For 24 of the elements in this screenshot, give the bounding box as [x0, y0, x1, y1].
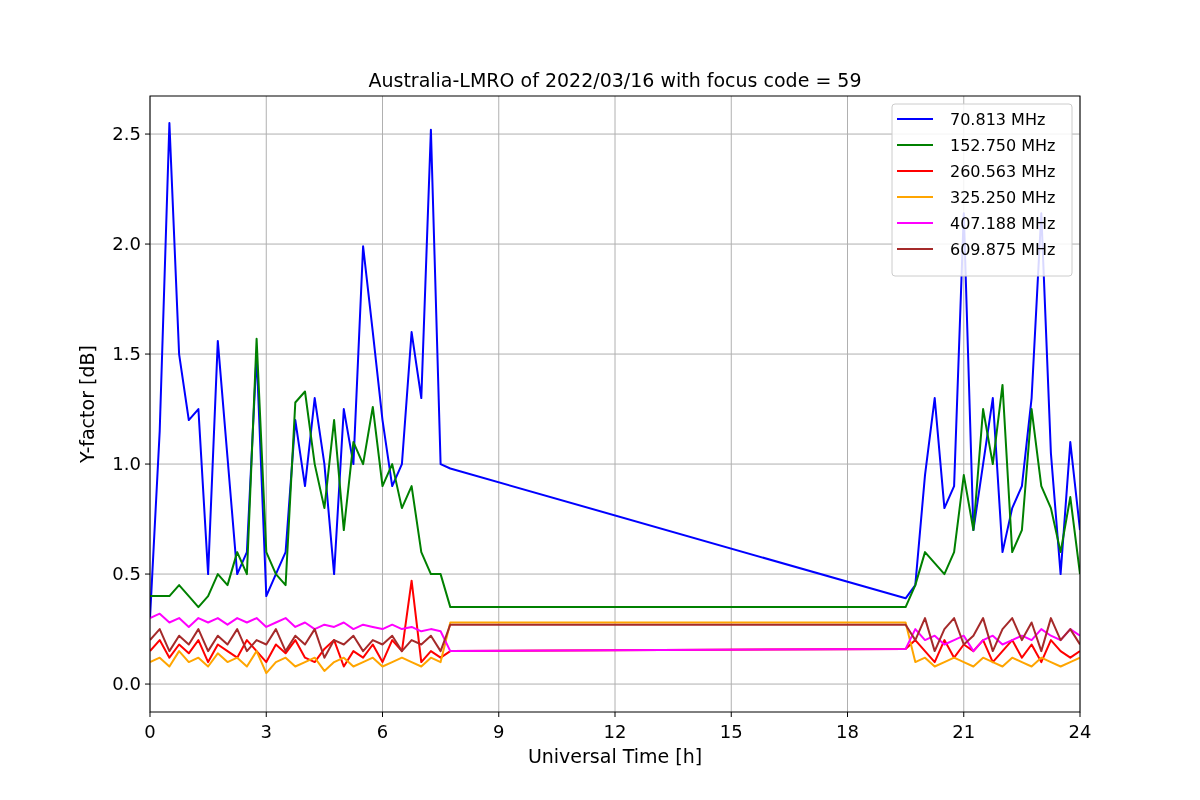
axis-title: Universal Time [h] [527, 745, 703, 767]
tick-label: 0.5 [112, 563, 141, 585]
legend-label: 407.188 MHz [950, 214, 1056, 233]
tick-label: 24 [1068, 721, 1092, 742]
tick-label: 1.0 [112, 453, 141, 475]
tick-label: 0 [144, 721, 156, 742]
tick-label: 2.0 [112, 233, 141, 255]
axis-title: Y-factor [dB] [76, 345, 98, 463]
chart-title: Australia-LMRO of 2022/03/16 with focus code = 59 [368, 69, 862, 91]
tick-label: 21 [952, 721, 976, 742]
tick-label: 18 [836, 721, 859, 742]
legend-label: 260.563 MHz [950, 162, 1056, 181]
legend-label: 70.813 MHz [950, 110, 1046, 129]
tick-label: 1.5 [112, 343, 141, 365]
legend-label: 325.250 MHz [950, 188, 1056, 207]
legend-label: 609.875 MHz [950, 240, 1056, 259]
tick-label: 15 [719, 721, 743, 742]
tick-label: 3 [260, 721, 272, 742]
tick-label: 0.0 [112, 673, 141, 695]
tick-label: 2.5 [112, 123, 141, 145]
tick-label: 6 [376, 721, 389, 742]
legend-label: 152.750 MHz [950, 136, 1056, 155]
tick-label: 9 [493, 721, 505, 742]
tick-label: 12 [603, 721, 627, 742]
